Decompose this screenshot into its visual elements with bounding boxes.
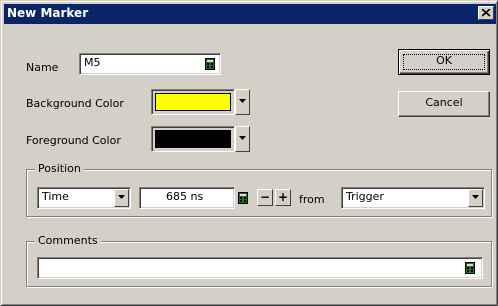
- comments-group-label: Comments: [35, 234, 101, 247]
- reference-select[interactable]: Trigger: [341, 187, 485, 209]
- position-offset-input[interactable]: 685 ns: [139, 187, 235, 209]
- position-offset-value: 685 ns: [166, 190, 204, 203]
- cancel-label: Cancel: [425, 96, 463, 109]
- ok-button[interactable]: OK: [398, 49, 490, 75]
- background-color-label: Background Color: [26, 97, 124, 110]
- name-value: M5: [84, 56, 101, 69]
- foreground-color-picker[interactable]: [151, 126, 235, 152]
- close-button[interactable]: [478, 6, 494, 20]
- new-marker-dialog: New Marker Name M5 OK Cancel Background …: [0, 0, 498, 306]
- foreground-color-label: Foreground Color: [26, 134, 121, 147]
- chevron-down-icon: [118, 195, 125, 199]
- calculator-icon[interactable]: [238, 192, 248, 204]
- from-label: from: [299, 193, 325, 206]
- name-input[interactable]: M5: [79, 53, 221, 75]
- increment-button[interactable]: +: [275, 189, 291, 206]
- background-color-dropdown-button[interactable]: [235, 89, 250, 115]
- position-type-dropdown-button[interactable]: [114, 189, 129, 207]
- comments-input[interactable]: [37, 257, 483, 279]
- position-group-label: Position: [35, 162, 84, 175]
- reference-value: Trigger: [346, 190, 384, 203]
- chevron-down-icon: [472, 195, 479, 199]
- background-color-swatch: [155, 93, 231, 111]
- chevron-down-icon: [239, 136, 246, 140]
- chevron-down-icon: [239, 99, 246, 103]
- name-label: Name: [26, 61, 59, 74]
- background-color-picker[interactable]: [151, 89, 235, 115]
- calculator-icon[interactable]: [465, 262, 475, 274]
- foreground-color-swatch: [155, 130, 231, 148]
- ok-label: OK: [436, 54, 452, 67]
- close-icon: [482, 9, 491, 17]
- foreground-color-dropdown-button[interactable]: [235, 126, 250, 152]
- title-bar[interactable]: New Marker: [4, 4, 496, 24]
- dialog-title: New Marker: [7, 6, 89, 20]
- reference-dropdown-button[interactable]: [468, 189, 483, 207]
- position-type-value: Time: [42, 190, 69, 203]
- calculator-icon[interactable]: [205, 58, 215, 70]
- cancel-button[interactable]: Cancel: [398, 91, 490, 117]
- decrement-button[interactable]: −: [257, 189, 273, 206]
